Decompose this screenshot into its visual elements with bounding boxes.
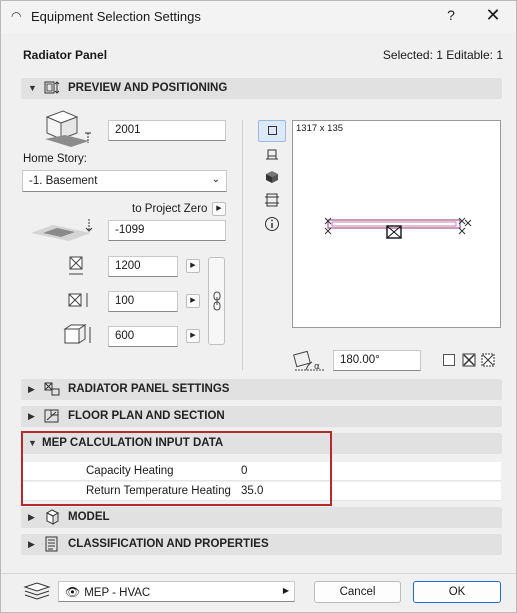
elevation-view-icon — [266, 149, 278, 160]
rotation-angle-field[interactable]: 180.00° — [333, 350, 421, 371]
layer-value: MEP - HVAC — [84, 587, 151, 599]
classification-list-icon — [45, 536, 58, 552]
section-model-header[interactable]: ▶ MODEL — [21, 507, 502, 528]
section-preview-title: PREVIEW AND POSITIONING — [68, 82, 228, 94]
section-mep-title: MEP CALCULATION INPUT DATA — [42, 437, 224, 449]
ok-button[interactable]: OK — [413, 581, 501, 603]
home-story-label: Home Story: — [23, 153, 87, 165]
home-story-value: -1. Basement — [29, 175, 98, 187]
section-model-title: MODEL — [68, 511, 110, 523]
view-3d-button[interactable] — [258, 167, 286, 189]
info-icon — [265, 217, 279, 231]
chain-link-icon — [213, 291, 221, 311]
section-preview-header[interactable]: ▼ PREVIEW AND POSITIONING — [21, 78, 502, 99]
title-bar: ◠ Equipment Selection Settings ? ✕ — [1, 1, 516, 33]
height-field[interactable]: 600 — [108, 326, 178, 347]
section-mep-header[interactable]: ▼ MEP CALCULATION INPUT DATA — [21, 433, 502, 454]
cancel-button[interactable]: Cancel — [314, 581, 401, 603]
footer-divider — [1, 573, 516, 574]
selection-info: Selected: 1 Editable: 1 — [382, 48, 503, 62]
reference-menu-button[interactable]: ▶ — [212, 202, 226, 216]
home-story-dropdown[interactable]: -1. Basement ⌄ — [22, 170, 227, 192]
offset-field[interactable]: -1099 — [108, 220, 226, 241]
layer-stack-icon — [23, 582, 51, 600]
offset-plane-icon — [31, 219, 93, 241]
proportion-lock-button[interactable] — [208, 257, 225, 345]
section-classification-header[interactable]: ▶ CLASSIFICATION AND PROPERTIES — [21, 534, 502, 555]
object-name: Radiator Panel — [23, 48, 108, 62]
width-field[interactable]: 1200 — [108, 256, 178, 277]
mep-row-value[interactable]: 35.0 — [241, 485, 263, 497]
window-title: Equipment Selection Settings — [31, 9, 201, 24]
mep-row-label: Capacity Heating — [86, 465, 174, 477]
section-view-icon — [265, 193, 279, 207]
mirror-dashed-icon[interactable] — [481, 353, 495, 367]
mirror-x-icon[interactable] — [462, 353, 476, 367]
depth-arrow-button[interactable]: ▶ — [186, 294, 200, 308]
elevation-field[interactable]: 2001 — [108, 120, 226, 141]
radiator-settings-icon — [44, 382, 60, 396]
cube-icon — [266, 171, 278, 183]
view-info-button[interactable] — [258, 214, 286, 236]
section-radiator-header[interactable]: ▶ RADIATOR PANEL SETTINGS — [21, 379, 502, 400]
collapsed-triangle-icon: ▶ — [28, 411, 35, 421]
preview-positioning-icon — [44, 81, 60, 94]
section-floorplan-title: FLOOR PLAN AND SECTION — [68, 410, 225, 422]
mep-row-return-temp[interactable]: Return Temperature Heating 35.0 — [23, 482, 501, 501]
preview-size-label: 1317 x 135 — [296, 123, 344, 134]
section-floorplan-header[interactable]: ▶ FLOOR PLAN AND SECTION — [21, 406, 502, 427]
expanded-triangle-icon: ▼ — [28, 83, 37, 93]
section-radiator-title: RADIATOR PANEL SETTINGS — [68, 383, 230, 395]
view-elevation-button[interactable] — [258, 145, 286, 167]
dialog-window: ◠ Equipment Selection Settings ? ✕ Radia… — [0, 0, 517, 613]
header-row: Radiator Panel Selected: 1 Editable: 1 — [23, 48, 503, 64]
height-arrow-button[interactable]: ▶ — [186, 329, 200, 343]
view-section-button[interactable] — [258, 190, 286, 212]
app-icon: ◠ — [11, 9, 22, 23]
collapsed-triangle-icon: ▶ — [28, 512, 35, 522]
layer-dropdown[interactable]: 👁 MEP - HVAC ▶ — [58, 581, 295, 602]
width-dimension-icon — [69, 256, 83, 275]
collapsed-triangle-icon: ▶ — [28, 384, 35, 394]
reference-label: to Project Zero — [132, 203, 208, 215]
help-button[interactable]: ? — [441, 7, 461, 27]
svg-text:α: α — [314, 362, 320, 372]
rotation-angle-icon: α — [293, 350, 324, 372]
plan-view-icon — [267, 126, 277, 135]
mep-row-label: Return Temperature Heating — [86, 485, 231, 497]
preview-canvas[interactable]: 1317 x 135 — [292, 120, 501, 328]
collapsed-triangle-icon: ▶ — [28, 539, 35, 549]
depth-field[interactable]: 100 — [108, 291, 178, 312]
section-classification-title: CLASSIFICATION AND PROPERTIES — [68, 538, 269, 550]
eye-icon: 👁 — [65, 585, 81, 599]
panel-divider — [242, 120, 243, 370]
chevron-right-icon: ▶ — [282, 586, 289, 595]
radiator-plan-preview — [324, 217, 472, 239]
mirror-none-button[interactable] — [443, 354, 455, 366]
depth-dimension-icon — [68, 293, 88, 307]
mep-row-capacity[interactable]: Capacity Heating 0 — [23, 462, 501, 481]
close-button[interactable]: ✕ — [481, 5, 505, 29]
chevron-down-icon: ⌄ — [211, 174, 220, 185]
view-plan-button[interactable] — [258, 120, 286, 142]
height-dimension-icon — [63, 324, 91, 344]
mep-row-value[interactable]: 0 — [241, 465, 247, 477]
elevation-box-icon — [45, 110, 91, 147]
floor-plan-icon — [44, 409, 59, 423]
width-arrow-button[interactable]: ▶ — [186, 259, 200, 273]
model-cube-icon — [45, 509, 60, 525]
expanded-triangle-icon: ▼ — [28, 438, 37, 448]
